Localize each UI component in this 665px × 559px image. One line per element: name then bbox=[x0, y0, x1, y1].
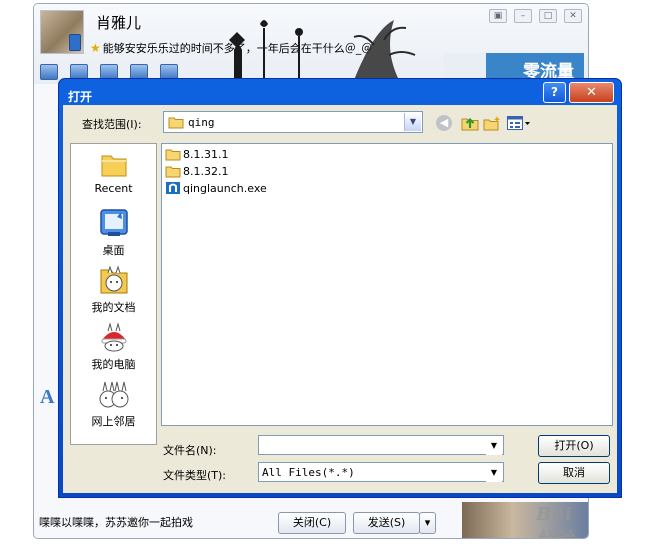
file-name: 8.1.31.1 bbox=[183, 147, 229, 161]
minimize-icon[interactable]: – bbox=[514, 9, 532, 23]
contact-name: 肖雅儿 bbox=[96, 14, 142, 32]
video-icon[interactable] bbox=[40, 64, 58, 80]
new-folder-icon[interactable] bbox=[483, 115, 501, 131]
chat-header: 肖雅儿 ★能够安安乐乐过的时间不多了，一年后会在干什么＠_＠ ▣–□✕ 零流量 bbox=[34, 4, 588, 84]
place-network[interactable]: 网上邻居 bbox=[71, 379, 156, 429]
open-file-dialog: 打开 ? ✕ 查找范围(I): qing ▼ ◀ Recent 桌面 我的文档 … bbox=[58, 78, 622, 498]
phone-icon bbox=[69, 34, 81, 51]
chevron-down-icon[interactable]: ▼ bbox=[404, 113, 421, 131]
place-label: Recent bbox=[94, 182, 133, 195]
views-menu-icon[interactable] bbox=[507, 116, 531, 130]
decoration-silhouette bbox=[229, 20, 416, 80]
file-type-select[interactable]: All Files(*.*) ▼ bbox=[258, 462, 504, 482]
desktop-icon bbox=[99, 209, 128, 236]
chevron-down-icon[interactable]: ▼ bbox=[486, 437, 502, 455]
place-recent[interactable]: Recent bbox=[71, 152, 156, 195]
place-label: 网上邻居 bbox=[91, 415, 136, 428]
folder-icon bbox=[165, 166, 181, 177]
send-button[interactable]: 发送(S) bbox=[353, 512, 420, 534]
exe-icon bbox=[166, 182, 180, 194]
send-label: 发送(S) bbox=[367, 516, 406, 529]
place-label: 我的电脑 bbox=[91, 358, 136, 371]
look-in-combo[interactable]: qing ▼ bbox=[163, 111, 423, 133]
dialog-client: 查找范围(I): qing ▼ ◀ Recent 桌面 我的文档 我的电脑 网上… bbox=[63, 105, 617, 493]
chevron-down-icon[interactable]: ▼ bbox=[486, 464, 502, 482]
places-bar: Recent 桌面 我的文档 我的电脑 网上邻居 bbox=[70, 143, 157, 445]
recent-folder-icon bbox=[101, 155, 126, 177]
place-label: 桌面 bbox=[102, 244, 125, 257]
file-list[interactable]: 8.1.31.1 8.1.32.1 qinglaunch.exe bbox=[161, 143, 613, 426]
folder-icon bbox=[168, 117, 184, 129]
place-label: 我的文档 bbox=[91, 301, 136, 314]
side-letter: A bbox=[40, 386, 55, 408]
file-name: 8.1.32.1 bbox=[183, 164, 229, 178]
cancel-button[interactable]: 取消 bbox=[538, 462, 610, 484]
list-item[interactable]: 8.1.32.1 bbox=[165, 164, 228, 180]
dialog-close-button[interactable]: ✕ bbox=[569, 82, 614, 103]
file-name-combo[interactable]: ▼ bbox=[258, 435, 504, 455]
star-icon: ★ bbox=[90, 41, 101, 55]
close-icon[interactable]: ✕ bbox=[564, 9, 582, 23]
file-type-value: All Files(*.*) bbox=[262, 466, 355, 479]
feature-icon[interactable]: ▣ bbox=[489, 9, 507, 23]
list-item[interactable]: 8.1.31.1 bbox=[165, 147, 228, 163]
folder-icon bbox=[165, 149, 181, 160]
look-in-label: 查找范围(I): bbox=[82, 118, 142, 131]
watermark: Bai 经验 bbox=[536, 504, 573, 538]
file-name: qinglaunch.exe bbox=[183, 181, 267, 195]
maximize-icon[interactable]: □ bbox=[539, 9, 557, 23]
list-item[interactable]: qinglaunch.exe bbox=[165, 181, 267, 197]
send-options-dropdown[interactable]: ▾ bbox=[419, 512, 436, 534]
file-name-label: 文件名(N): bbox=[163, 444, 217, 457]
network-icon bbox=[99, 381, 128, 408]
open-button[interactable]: 打开(O) bbox=[538, 435, 610, 457]
up-folder-icon[interactable] bbox=[461, 115, 479, 131]
place-my-computer[interactable]: 我的电脑 bbox=[71, 322, 156, 372]
dialog-title: 打开 bbox=[68, 90, 93, 104]
help-button[interactable]: ? bbox=[543, 82, 566, 103]
my-documents-icon bbox=[100, 265, 127, 294]
close-chat-button[interactable]: 关闭(C) bbox=[278, 512, 346, 534]
my-computer-icon bbox=[101, 322, 126, 352]
chat-window-controls: ▣ – □ ✕ bbox=[482, 8, 582, 23]
look-in-value: qing bbox=[188, 116, 215, 129]
file-type-label: 文件类型(T): bbox=[163, 469, 227, 482]
chat-input-text[interactable]: 喋喋以喋喋，苏苏邀你一起拍戏 bbox=[39, 514, 193, 530]
place-my-documents[interactable]: 我的文档 bbox=[71, 265, 156, 315]
place-desktop[interactable]: 桌面 bbox=[71, 208, 156, 258]
back-icon[interactable]: ◀ bbox=[436, 115, 452, 131]
